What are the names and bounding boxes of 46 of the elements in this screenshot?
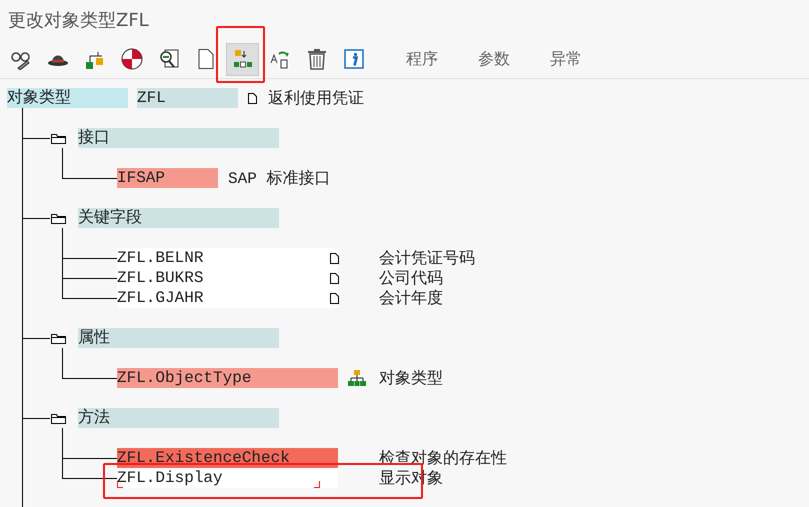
folder-icon[interactable]	[51, 132, 67, 144]
folder-icon[interactable]	[51, 212, 67, 224]
page-icon	[198, 49, 213, 69]
folder-icon[interactable]	[51, 412, 67, 424]
group-label[interactable]: 接口	[78, 128, 279, 148]
magnifier-document-icon	[160, 50, 178, 68]
toolbar-button[interactable]	[226, 42, 259, 76]
group-label[interactable]: 关键字段	[78, 208, 279, 228]
folder-icon[interactable]	[51, 332, 67, 344]
toolbar-text-button[interactable]: 异常	[550, 48, 582, 70]
element-description: 对象类型	[379, 368, 443, 388]
tree-line	[62, 448, 117, 468]
element-description: SAP 标准接口	[228, 168, 330, 188]
info-icon	[344, 49, 364, 69]
window-title: 更改对象类型ZFL	[8, 9, 149, 32]
toolbar-text-button[interactable]: 参数	[478, 48, 510, 70]
element-name[interactable]: IFSAP	[117, 168, 218, 188]
document-icon	[330, 292, 339, 304]
tree-line	[62, 268, 117, 288]
swap-arrow-icon	[270, 52, 288, 68]
element-description: 公司代码	[379, 268, 443, 288]
document-icon	[330, 272, 339, 284]
hierarchy-arrow-icon	[234, 50, 252, 68]
element-name[interactable]: ZFL.ObjectType	[117, 368, 338, 388]
document-icon	[248, 92, 257, 104]
element-name[interactable]: ZFL.BELNR	[117, 248, 338, 268]
document-icon	[330, 252, 339, 264]
element-description: 会计凭证号码	[379, 248, 475, 268]
object-type-label: 对象类型	[7, 88, 128, 108]
lifebuoy-icon	[121, 48, 142, 70]
object-type-name[interactable]: ZFL	[137, 88, 238, 108]
element-description: 会计年度	[379, 288, 443, 308]
element-name[interactable]: ZFL.BUKRS	[117, 268, 338, 288]
hierarchy-icon	[86, 52, 102, 69]
object-type-description: 返利使用凭证	[268, 88, 364, 108]
element-name[interactable]: ZFL.GJAHR	[117, 288, 338, 308]
input-field[interactable]: ZFL.Display	[117, 468, 338, 488]
toolbar-text-button[interactable]: 程序	[406, 48, 438, 70]
group-label[interactable]: 属性	[78, 328, 279, 348]
hat-icon	[48, 56, 68, 66]
trash-icon	[308, 49, 326, 70]
element-name[interactable]: ZFL.ExistenceCheck	[117, 448, 338, 468]
tree-line	[62, 248, 117, 268]
glasses-pencil-icon	[10, 52, 30, 70]
group-label[interactable]: 方法	[78, 408, 279, 428]
hierarchy-icon	[348, 369, 366, 387]
